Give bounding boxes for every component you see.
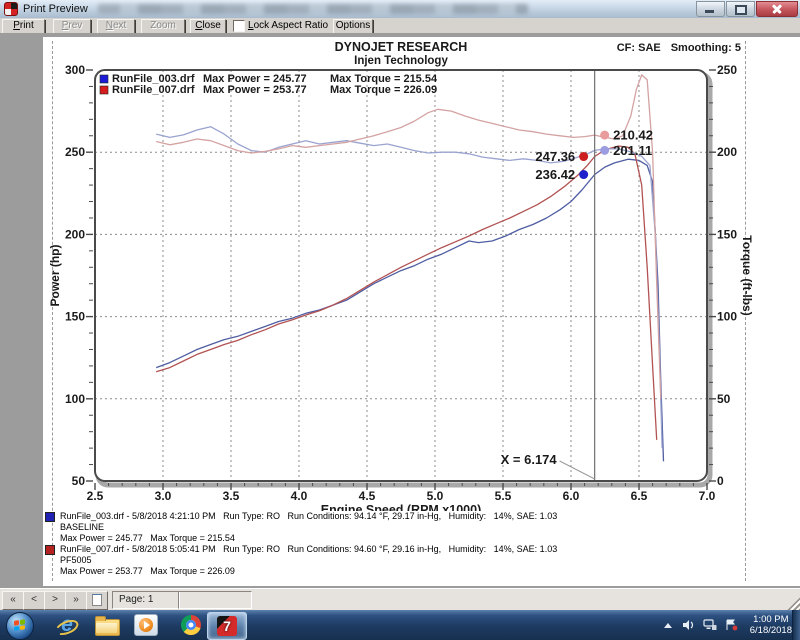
taskbar-item-file-explorer[interactable] xyxy=(92,613,122,637)
clock-date: 6/18/2018 xyxy=(750,625,792,636)
winpep-app-icon: 7 xyxy=(217,616,237,636)
taskbar-item-winpep-active[interactable]: 7 xyxy=(207,612,247,640)
tray-expand-icon[interactable] xyxy=(664,623,672,628)
next-button[interactable]: Next xyxy=(97,19,135,34)
run-info-block-003: RunFile_003.drf - 5/8/2018 4:21:10 PM Ru… xyxy=(45,511,557,544)
run-003-swatch-icon xyxy=(45,512,55,522)
run-007-swatch-icon xyxy=(45,545,55,555)
run-007-note: PF5005 xyxy=(60,555,557,566)
taskbar-item-media-player[interactable] xyxy=(131,613,161,637)
lock-aspect-ratio-checkbox[interactable] xyxy=(233,20,245,32)
chrome-icon xyxy=(181,615,201,635)
volume-icon[interactable] xyxy=(682,619,695,631)
options-button[interactable]: Options xyxy=(333,19,373,34)
app-icon xyxy=(4,2,18,16)
system-tray: 1:00 PM 6/18/2018 xyxy=(664,610,792,640)
run-info-block-007: RunFile_007.drf - 5/8/2018 5:05:41 PM Ru… xyxy=(45,544,557,577)
show-desktop-button[interactable] xyxy=(792,610,800,640)
page-number-panel: Page: 1 xyxy=(112,591,180,609)
run-003-conditions: RunFile_003.drf - 5/8/2018 4:21:10 PM Ru… xyxy=(60,511,557,522)
export-page-icon xyxy=(92,594,102,606)
minimize-button[interactable] xyxy=(696,1,725,17)
last-page-button[interactable]: » xyxy=(65,591,87,610)
media-player-icon xyxy=(134,614,158,636)
window-title: Print Preview xyxy=(23,3,88,15)
export-page-button[interactable] xyxy=(86,591,108,610)
prev-button[interactable]: Prev xyxy=(53,19,91,34)
print-button[interactable]: Print xyxy=(2,19,45,34)
window-titlebar: Print Preview xyxy=(0,0,800,19)
taskbar-clock[interactable]: 1:00 PM 6/18/2018 xyxy=(750,614,792,636)
status-panel-empty xyxy=(178,591,252,609)
windows-flag-icon xyxy=(14,619,25,631)
print-preview-toolbar: Print Prev Next Zoom Out Close Lock Aspe… xyxy=(0,18,800,34)
restore-button[interactable] xyxy=(726,1,755,17)
action-center-flag-icon[interactable] xyxy=(725,619,738,631)
next-page-button[interactable]: > xyxy=(44,591,66,610)
close-window-button[interactable] xyxy=(756,1,798,17)
right-print-margin-guide xyxy=(745,41,746,581)
redacted-title-text xyxy=(98,4,528,14)
taskbar-item-chrome[interactable] xyxy=(176,613,206,637)
left-print-margin-guide xyxy=(52,41,53,581)
folder-icon xyxy=(95,619,120,636)
close-button[interactable]: Close xyxy=(190,19,226,34)
preview-page xyxy=(43,37,800,586)
taskbar-item-internet-explorer[interactable]: e xyxy=(52,613,82,637)
status-bar: « < > » Page: 1 xyxy=(0,588,800,611)
network-icon[interactable] xyxy=(703,619,717,631)
prev-page-button[interactable]: < xyxy=(23,591,45,610)
preview-client-area: 2.53.03.54.04.55.05.56.06.57.05010015020… xyxy=(0,33,800,588)
zoom-out-button[interactable]: Zoom Out xyxy=(141,19,185,34)
run-003-maxvalues: Max Power = 245.77 Max Torque = 215.54 xyxy=(60,533,557,544)
start-button[interactable] xyxy=(6,612,34,640)
lock-aspect-ratio-label: Lock Aspect Ratio xyxy=(248,20,328,31)
clock-time: 1:00 PM xyxy=(750,614,792,625)
taskbar: e 7 1:00 PM 6/18/2018 xyxy=(0,610,800,640)
first-page-button[interactable]: « xyxy=(2,591,24,610)
resize-grip[interactable] xyxy=(786,597,800,611)
run-003-note: BASELINE xyxy=(60,522,557,533)
run-007-maxvalues: Max Power = 253.77 Max Torque = 226.09 xyxy=(60,566,557,577)
run-007-conditions: RunFile_007.drf - 5/8/2018 5:05:41 PM Ru… xyxy=(60,544,557,555)
